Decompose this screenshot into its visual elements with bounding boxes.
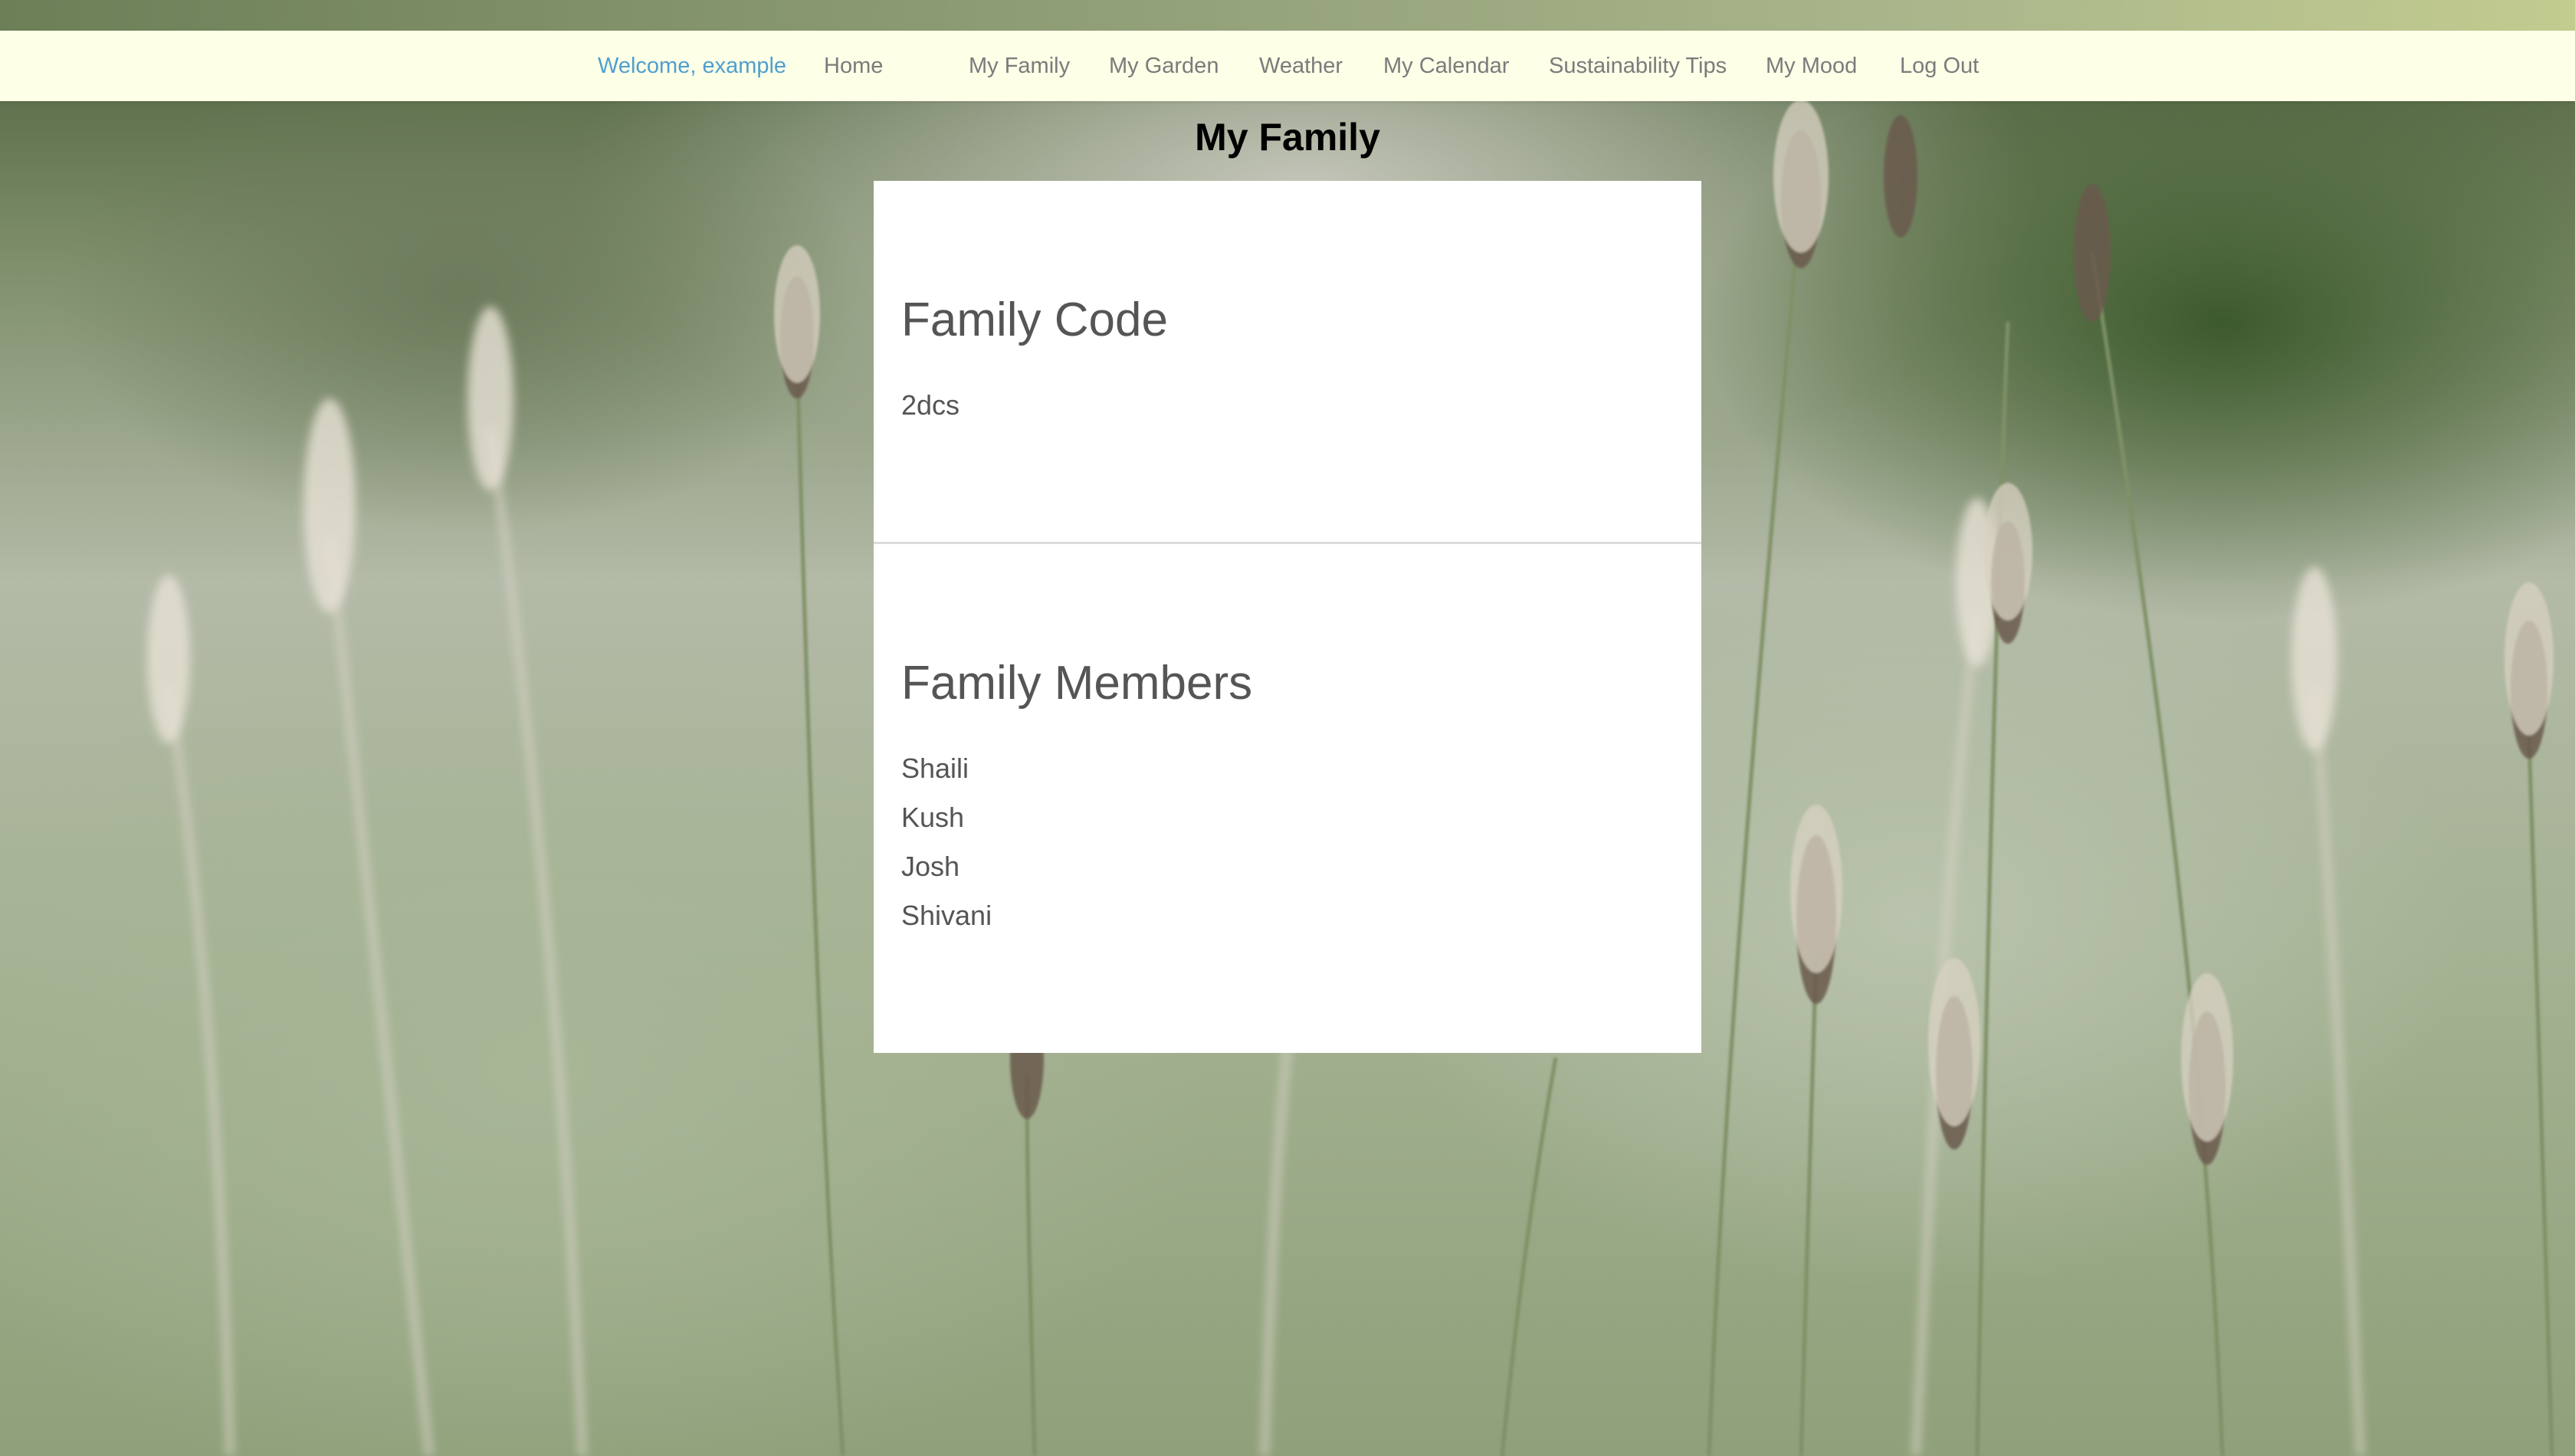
top-navbar: Welcome, example Home My Family My Garde… [0,31,2575,101]
nav-my-family[interactable]: My Family [969,31,1070,101]
nav-sustainability-tips[interactable]: Sustainability Tips [1549,31,1727,101]
family-members-card: Family Members Shaili Kush Josh Shivani [874,544,1701,1053]
top-strip [0,0,2575,31]
list-item: Josh [901,851,960,882]
welcome-message: Welcome, example [598,54,787,78]
family-code-heading: Family Code [901,293,1168,346]
family-code-value: 2dcs [901,389,960,421]
list-item: Kush [901,802,965,833]
nav-log-out[interactable]: Log Out [1900,31,1979,101]
family-members-list: Shaili Kush Josh Shivani [901,753,992,949]
nav-my-mood[interactable]: My Mood [1766,31,1857,101]
nav-my-calendar[interactable]: My Calendar [1383,31,1509,101]
list-item: Shaili [901,753,969,784]
nav-home[interactable]: Home [824,31,883,101]
nav-my-garden[interactable]: My Garden [1109,31,1219,101]
list-item: Shivani [901,900,992,931]
page-title: My Family [1195,116,1380,159]
family-code-card: Family Code 2dcs [874,181,1701,543]
nav-weather[interactable]: Weather [1259,31,1343,101]
family-members-heading: Family Members [901,657,1253,710]
